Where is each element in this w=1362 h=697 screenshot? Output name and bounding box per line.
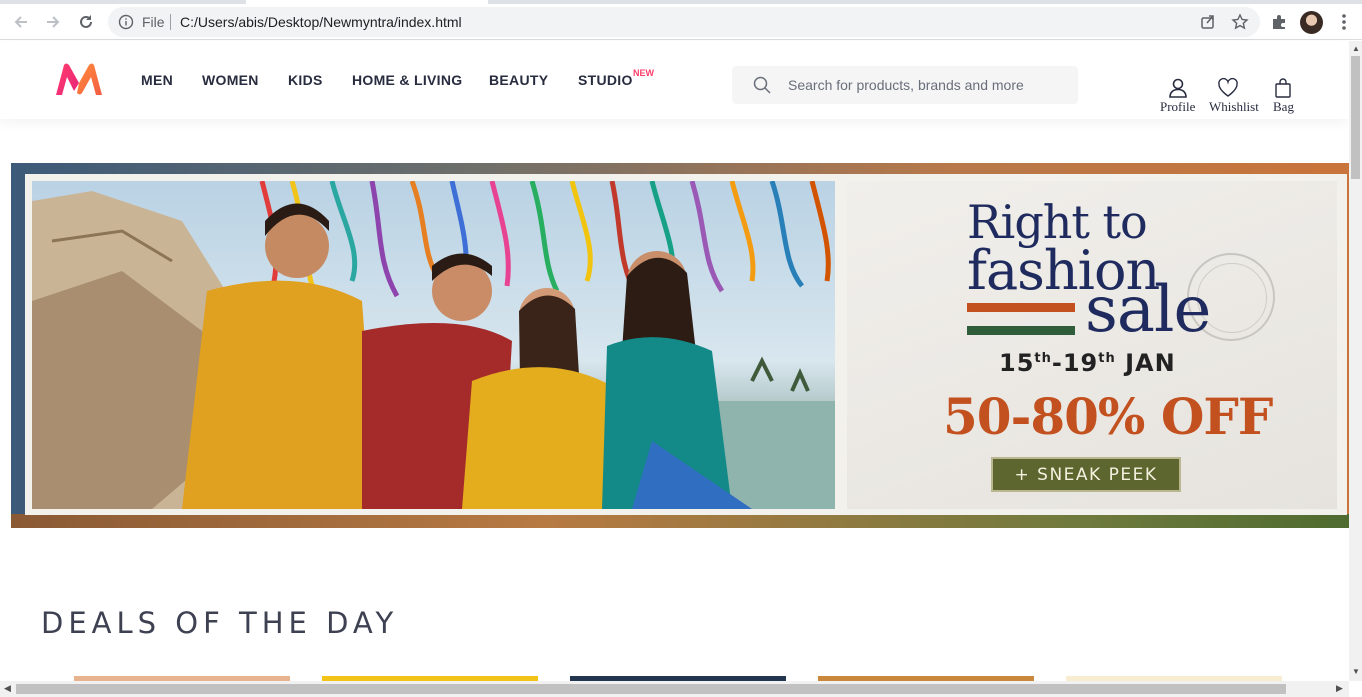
bag-icon xyxy=(1275,78,1291,98)
back-icon[interactable] xyxy=(8,9,34,35)
search-icon[interactable] xyxy=(752,75,772,95)
banner-grass-strip xyxy=(11,514,1349,528)
bag-label: Bag xyxy=(1273,99,1294,114)
site-header: MEN WOMEN KIDS HOME & LIVING BEAUTY STUD… xyxy=(0,41,1349,119)
extensions-icon[interactable] xyxy=(1270,13,1288,31)
search-input[interactable] xyxy=(788,66,1068,104)
reload-icon[interactable] xyxy=(73,9,99,35)
browser-toolbar: File C:/Users/abis/Desktop/Newmyntra/ind… xyxy=(0,4,1362,40)
scroll-up-icon[interactable]: ▲ xyxy=(1352,44,1360,53)
dates-start: 15 xyxy=(999,349,1035,377)
nav-studio[interactable]: STUDIO xyxy=(578,72,633,88)
address-url[interactable]: C:/Users/abis/Desktop/Newmyntra/index.ht… xyxy=(180,14,462,30)
bag-action[interactable]: Bag xyxy=(1271,77,1297,117)
dates-end-suffix: th xyxy=(1098,351,1116,366)
scroll-down-icon[interactable]: ▼ xyxy=(1352,667,1360,676)
address-separator xyxy=(170,14,171,30)
nav-women[interactable]: WOMEN xyxy=(202,72,259,88)
nav-beauty[interactable]: BEAUTY xyxy=(489,72,548,88)
horizontal-scroll-thumb[interactable] xyxy=(16,684,1286,694)
flag-stripe-orange xyxy=(967,303,1075,312)
menu-icon[interactable] xyxy=(1337,13,1351,31)
vertical-scroll-thumb[interactable] xyxy=(1351,56,1360,179)
nav-home-living[interactable]: HOME & LIVING xyxy=(352,72,462,88)
nav-kids[interactable]: KIDS xyxy=(288,72,323,88)
address-bar[interactable]: File C:/Users/abis/Desktop/Newmyntra/ind… xyxy=(108,7,1260,37)
sneak-peek-button[interactable]: + SNEAK PEEK xyxy=(991,457,1181,492)
forward-icon[interactable] xyxy=(40,9,66,35)
nav-men[interactable]: MEN xyxy=(141,72,173,88)
banner-dates: 15th-19th JAN xyxy=(999,349,1176,377)
banner-photo xyxy=(32,181,835,509)
banner-offer: 50-80% OFF xyxy=(943,387,1273,446)
share-icon[interactable] xyxy=(1199,13,1217,31)
wishlist-action[interactable]: Whishlist xyxy=(1208,77,1264,117)
dates-start-suffix: th xyxy=(1034,351,1052,366)
new-badge: NEW xyxy=(633,68,654,78)
vertical-scrollbar[interactable]: ▲ ▼ xyxy=(1349,41,1362,681)
profile-label: Profile xyxy=(1160,99,1196,114)
banner-text-panel: Right to fashion sale 15th-19th JAN 50-8… xyxy=(847,181,1337,509)
horizontal-scrollbar[interactable]: ◀ ▶ xyxy=(0,681,1349,697)
bookmark-star-icon[interactable] xyxy=(1231,13,1249,31)
dates-end: -19 xyxy=(1051,349,1099,377)
scroll-left-icon[interactable]: ◀ xyxy=(4,683,11,694)
myntra-logo[interactable] xyxy=(54,61,104,99)
scroll-right-icon[interactable]: ▶ xyxy=(1336,683,1343,694)
banner-title-line3: sale xyxy=(1085,273,1211,347)
dates-month: JAN xyxy=(1115,349,1176,377)
address-scheme: File xyxy=(142,14,165,30)
festive-models-illustration xyxy=(32,181,835,509)
search-box[interactable] xyxy=(732,66,1078,104)
info-icon[interactable] xyxy=(118,14,134,30)
heart-icon xyxy=(1218,77,1238,97)
flag-stripe-green xyxy=(967,326,1075,335)
hero-banner[interactable]: Right to fashion sale 15th-19th JAN 50-8… xyxy=(11,163,1349,528)
profile-action[interactable]: Profile xyxy=(1158,77,1198,117)
wishlist-label: Whishlist xyxy=(1209,99,1259,114)
deals-section-title: DEALS OF THE DAY xyxy=(41,606,399,640)
profile-avatar[interactable] xyxy=(1300,11,1323,34)
user-icon xyxy=(1169,78,1187,98)
